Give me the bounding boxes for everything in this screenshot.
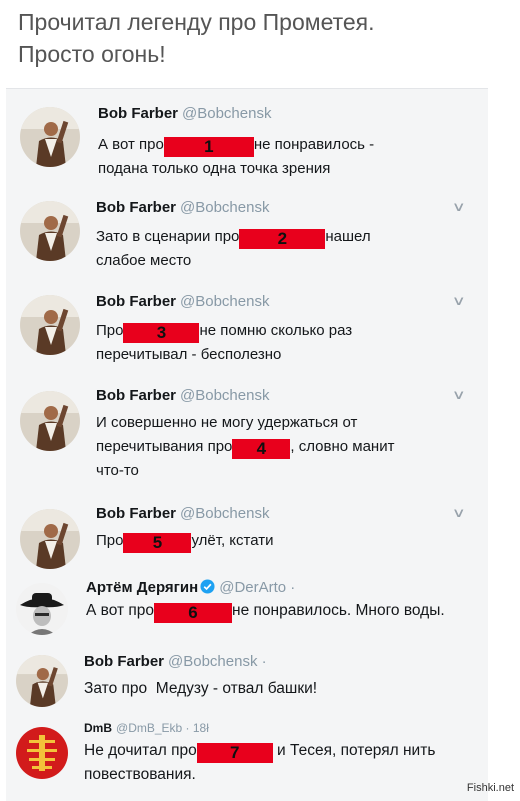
chevron-down-icon[interactable]: ∨ [452, 387, 466, 403]
author-handle[interactable]: @Bobchensk · [168, 653, 267, 670]
text-before: перечитывания про [96, 438, 233, 455]
text-after: улёт, кстати [191, 532, 274, 549]
tweet-text: Про 3 не помню сколько раз перечитывал - б… [96, 319, 476, 367]
author-name[interactable]: Bob Farber [98, 105, 178, 122]
text-line-2: повествования. [84, 766, 196, 783]
author-handle[interactable]: @DerArto · [219, 579, 295, 596]
text-before: Не дочитал про [84, 742, 197, 759]
bob-farber-avatar[interactable] [20, 509, 80, 569]
tweet-thread: Bob Farber @Bobchensk А вот про 1 не понрав… [6, 88, 488, 801]
redaction-box: 1 [163, 137, 254, 157]
tweet-text: И совершенно не могу удержаться от переч… [96, 411, 481, 483]
author-name[interactable]: Bob Farber [96, 387, 176, 404]
author-name[interactable]: Bob Farber [96, 505, 176, 522]
tweet-7[interactable]: Bob Farber @Bobchensk · Зато про Медузу -… [6, 647, 488, 717]
bob-farber-avatar[interactable] [20, 107, 80, 167]
author-name[interactable]: Bob Farber [96, 293, 176, 310]
red-emblem-avatar[interactable] [16, 727, 68, 779]
tweet-4[interactable]: Bob Farber @Bobchensk ∨ И совершенно не м… [6, 383, 488, 499]
bob-farber-avatar[interactable] [16, 655, 68, 707]
text-before: Про [96, 532, 124, 549]
text-before: Зато в сценарии про [96, 228, 240, 245]
chevron-down-icon[interactable]: ∨ [452, 199, 466, 215]
text-after: и Тесея, потерял нить [277, 742, 436, 759]
redaction-box: 6 [154, 603, 233, 623]
tweet-1[interactable]: Bob Farber @Bobchensk А вот про 1 не понрав… [6, 101, 488, 191]
tweet-text: Про 5 улёт, кстати [96, 529, 476, 553]
tweet-text: А вот про 1 не понравилось - подана только… [98, 133, 478, 181]
redaction-box: 4 [232, 439, 291, 459]
meme-caption: Прочитал легенду про Прометея. Просто ог… [18, 6, 498, 70]
author-name[interactable]: Bob Farber [84, 653, 164, 670]
author-name[interactable]: Артём Дерягин [86, 579, 198, 596]
redaction-box: 3 [123, 323, 200, 343]
tweet-2[interactable]: Bob Farber @Bobchensk ∨ Зато в сценарии п… [6, 195, 488, 285]
author-handle[interactable]: @DmB_Ekb · 18ł [116, 721, 209, 735]
tweet-8[interactable]: DmB @DmB_Ekb · 18ł Не дочитал про 7 и Тесе… [6, 717, 488, 801]
text-line-3: что-то [96, 462, 139, 479]
text-line-2: слабое место [96, 252, 192, 269]
text-after: не понравилось. Много воды. [232, 602, 445, 619]
chevron-down-icon[interactable]: ∨ [452, 293, 466, 309]
redaction-box: 5 [123, 533, 192, 553]
author-handle[interactable]: @Bobchensk [180, 293, 269, 310]
bob-farber-avatar[interactable] [20, 391, 80, 451]
bob-farber-avatar[interactable] [20, 201, 80, 261]
text-before: А вот про [86, 602, 155, 619]
redaction-box: 7 [196, 743, 273, 763]
tweet-text: Не дочитал про 7 и Тесея, потерял нить по… [84, 739, 484, 787]
verified-badge-icon [200, 579, 215, 598]
text-line-2: подана только одна точка зрения [98, 160, 331, 177]
text-after: , словно манит [290, 438, 395, 455]
chevron-down-icon[interactable]: ∨ [452, 505, 466, 521]
tweet-3[interactable]: Bob Farber @Bobchensk ∨ Про 3 не помню скол… [6, 289, 488, 379]
tweet-text: А вот про 6 не понравилось. Много воды. [86, 599, 486, 623]
caption-line-2: Просто огонь! [18, 41, 166, 67]
author-handle[interactable]: @Bobchensk [180, 505, 269, 522]
author-handle[interactable]: @Bobchensk [180, 387, 269, 404]
cowboy-avatar[interactable] [16, 583, 68, 635]
text-after: не помню сколько раз [199, 322, 353, 339]
text-line-1: Зато про Медузу - отвал башки! [84, 680, 318, 697]
tweet-6[interactable]: Артём Дерягин @DerArto · А вот про 6 не пон… [6, 577, 488, 645]
text-after: не понравилось - [253, 136, 375, 153]
text-line-2: перечитывал - бесполезно [96, 346, 282, 363]
tweet-text: Зато в сценарии про 2 нашел слабое место [96, 225, 476, 273]
bob-farber-avatar[interactable] [20, 295, 80, 355]
tweet-text: Зато про Медузу - отвал башки! [84, 677, 484, 701]
tweet-5[interactable]: Bob Farber @Bobchensk ∨ Про 5 улёт, кстати [6, 501, 488, 575]
text-line-1: И совершенно не могу удержаться от [96, 414, 358, 431]
text-after: нашел [325, 228, 371, 245]
text-before: А вот про [98, 136, 164, 153]
caption-line-1: Прочитал легенду про Прометея. [18, 9, 375, 35]
watermark: Fishki.net [466, 782, 514, 794]
author-handle[interactable]: @Bobchensk [182, 105, 271, 122]
author-name[interactable]: Bob Farber [96, 199, 176, 216]
author-name[interactable]: DmB [84, 721, 112, 735]
text-before: Про [96, 322, 124, 339]
redaction-box: 2 [239, 229, 326, 249]
author-handle[interactable]: @Bobchensk [180, 199, 269, 216]
